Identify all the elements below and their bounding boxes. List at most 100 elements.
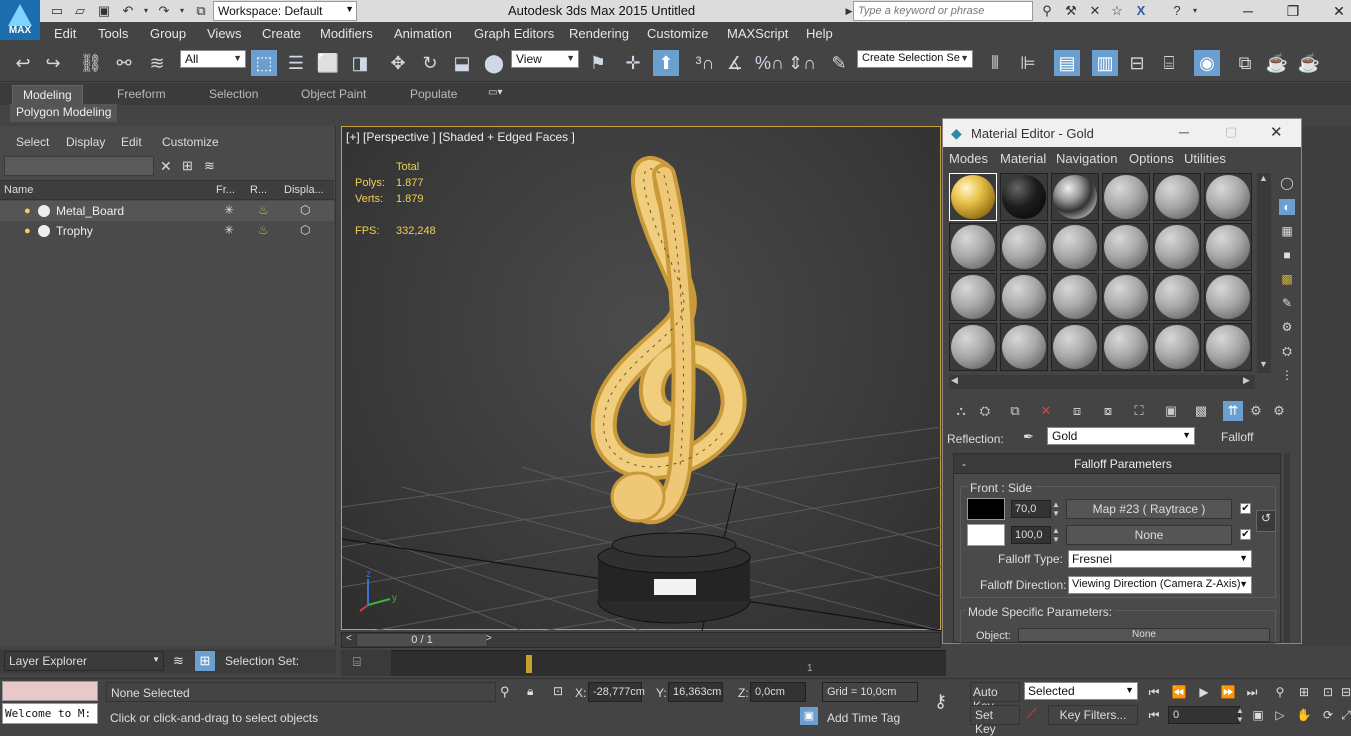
selection-filter-dropdown[interactable]: All ▼ bbox=[180, 50, 246, 68]
sample-slot[interactable] bbox=[1102, 173, 1150, 221]
selection-lock-icon[interactable]: 🔒︎ bbox=[527, 684, 533, 699]
menu-help[interactable]: Help bbox=[806, 26, 833, 41]
rendered-frame-window-icon[interactable]: ☕ bbox=[1264, 50, 1290, 76]
get-material-icon[interactable]: ⛬ bbox=[951, 401, 971, 421]
front-color-swatch[interactable] bbox=[967, 498, 1005, 520]
make-preview-icon[interactable]: ✎ bbox=[1279, 295, 1295, 311]
hierarchy-icon[interactable]: ⊞ bbox=[195, 651, 215, 671]
front-amount-spinner[interactable]: 70,0 bbox=[1011, 500, 1051, 518]
teapot-icon[interactable]: ♨ bbox=[258, 223, 269, 237]
maximize-button[interactable]: ▢ bbox=[1225, 124, 1237, 140]
close-button[interactable]: ✕ bbox=[1270, 123, 1283, 141]
curve-editor-icon[interactable]: ⌸ bbox=[1156, 50, 1182, 76]
eyedropper-icon[interactable]: ✒ bbox=[1023, 429, 1034, 445]
rectangular-selection-icon[interactable]: ⬜ bbox=[315, 50, 341, 76]
freeze-icon[interactable]: ✳ bbox=[224, 223, 234, 237]
communication-icon[interactable]: ✕ bbox=[1086, 3, 1104, 19]
current-time-marker[interactable] bbox=[526, 655, 532, 673]
key-mode-dropdown[interactable]: Selected ▼ bbox=[1024, 682, 1138, 700]
side-map-button[interactable]: None bbox=[1066, 525, 1232, 545]
app-logo[interactable]: MAX bbox=[0, 0, 40, 40]
mini-curve-editor-toggle[interactable]: ⌸ bbox=[341, 650, 391, 676]
material-id-channel-icon[interactable]: ⛶ bbox=[1129, 401, 1149, 421]
menu-create[interactable]: Create bbox=[262, 26, 301, 41]
spinner-arrows-icon[interactable]: ▲ ▼ bbox=[1052, 500, 1060, 518]
swap-colors-button[interactable]: ↺ bbox=[1256, 510, 1276, 532]
menu-edit[interactable]: Edit bbox=[54, 26, 76, 41]
zoom-extents-all-icon[interactable]: ⊟ bbox=[1338, 684, 1351, 700]
falloff-type-dropdown[interactable]: Fresnel ▼ bbox=[1068, 550, 1252, 568]
select-and-rotate-icon[interactable]: ↻ bbox=[417, 50, 443, 76]
clear-search-icon[interactable]: ✕ bbox=[160, 158, 172, 175]
curve-editor-toggle-icon[interactable]: ⌸ bbox=[353, 654, 361, 670]
edit-named-selection-icon[interactable]: ✎ bbox=[826, 50, 852, 76]
tab-populate[interactable]: Populate bbox=[410, 87, 457, 101]
sample-slot[interactable] bbox=[1153, 273, 1201, 321]
sample-slot[interactable] bbox=[949, 223, 997, 271]
search-input[interactable]: Type a keyword or phrase bbox=[853, 1, 1033, 21]
restore-button[interactable]: ❐ bbox=[1270, 0, 1316, 22]
track-bar[interactable]: 1 bbox=[391, 650, 946, 676]
undo-icon[interactable]: ↩ bbox=[10, 50, 36, 76]
close-button[interactable]: ✕ bbox=[1316, 0, 1351, 22]
light-bulb-icon[interactable]: ● bbox=[24, 205, 34, 217]
angle-snap-icon[interactable]: ∡ bbox=[722, 50, 748, 76]
sample-slot[interactable] bbox=[1102, 323, 1150, 371]
redo-icon[interactable]: ↪ bbox=[40, 50, 66, 76]
medit-menu-options[interactable]: Options bbox=[1129, 151, 1174, 166]
sample-slot[interactable] bbox=[1153, 173, 1201, 221]
redo-dropdown-icon[interactable]: ▾ bbox=[173, 3, 191, 19]
tab-freeform[interactable]: Freeform bbox=[117, 87, 166, 101]
scene-menu-select[interactable]: Select bbox=[16, 135, 49, 149]
sample-slot[interactable] bbox=[1102, 273, 1150, 321]
rollout-scrollbar[interactable] bbox=[1284, 453, 1290, 643]
z-coordinate-field[interactable]: 0,0cm bbox=[750, 682, 806, 702]
isolate-selection-icon[interactable]: ⚲ bbox=[500, 684, 510, 700]
help-dropdown-icon[interactable]: ▾ bbox=[1186, 3, 1204, 19]
put-material-to-scene-icon[interactable]: ⛭ bbox=[975, 401, 995, 421]
assign-material-icon[interactable]: ⧉ bbox=[1005, 401, 1025, 421]
sample-slot[interactable] bbox=[1000, 323, 1048, 371]
column-renderable[interactable]: R... bbox=[250, 184, 267, 196]
window-crossing-icon[interactable]: ◨ bbox=[347, 50, 373, 76]
reference-coordinate-dropdown[interactable]: View ▼ bbox=[511, 50, 579, 68]
sample-type-icon[interactable]: ◯ bbox=[1279, 175, 1295, 191]
select-object-icon[interactable]: ⬚ bbox=[251, 50, 277, 76]
teapot-icon[interactable]: ♨ bbox=[258, 203, 269, 217]
redo-icon[interactable]: ↷ bbox=[155, 3, 173, 19]
medit-menu-navigation[interactable]: Navigation bbox=[1056, 151, 1117, 166]
percent-snap-icon[interactable]: %∩ bbox=[755, 50, 784, 76]
sample-slots-scrollbar[interactable]: ▲ ▼ bbox=[1257, 173, 1271, 373]
exchange-icon[interactable]: X bbox=[1132, 3, 1150, 19]
orbit-icon[interactable]: ⟳ bbox=[1320, 707, 1336, 723]
sample-slot[interactable] bbox=[1102, 223, 1150, 271]
video-color-check-icon[interactable]: ▩ bbox=[1279, 271, 1295, 287]
sample-slot[interactable] bbox=[1051, 173, 1099, 221]
toggle-scene-explorer-icon[interactable]: ▤ bbox=[1054, 50, 1080, 76]
open-file-icon[interactable]: ▱ bbox=[71, 3, 89, 19]
material-effects-icon[interactable]: ⚙ bbox=[1269, 401, 1289, 421]
next-frame-icon[interactable]: ⏩ bbox=[1220, 684, 1236, 700]
scroll-down-icon[interactable]: ▼ bbox=[1259, 359, 1268, 369]
sample-slot[interactable] bbox=[1153, 223, 1201, 271]
render-setup-icon[interactable]: ⧉ bbox=[1232, 50, 1258, 76]
field-of-view-icon[interactable]: ▷ bbox=[1272, 707, 1288, 723]
maxscript-input[interactable]: Welcome to M: bbox=[2, 703, 98, 724]
scroll-right-icon[interactable]: ▶ bbox=[1243, 375, 1250, 386]
time-tag-icon[interactable]: ▣ bbox=[800, 707, 818, 725]
workspace-dropdown[interactable]: Workspace: Default ▼ bbox=[213, 1, 357, 21]
falloff-direction-dropdown[interactable]: Viewing Direction (Camera Z-Axis) ▼ bbox=[1068, 576, 1252, 594]
add-time-tag-button[interactable]: Add Time Tag bbox=[827, 711, 900, 725]
maximize-viewport-icon[interactable]: ⤢ bbox=[1338, 707, 1351, 723]
medit-menu-utilities[interactable]: Utilities bbox=[1184, 151, 1226, 166]
spinner-arrows-icon[interactable]: ▲ ▼ bbox=[1052, 526, 1060, 544]
scroll-left-icon[interactable]: ◀ bbox=[951, 375, 958, 386]
object-pick-button[interactable]: None bbox=[1018, 628, 1270, 642]
pivot-center-icon[interactable]: ⚑ bbox=[585, 50, 611, 76]
layers-icon[interactable]: ≋ bbox=[173, 653, 184, 669]
time-slider[interactable]: < 0 / 1 > bbox=[341, 632, 941, 648]
project-folder-icon[interactable]: ⧉ bbox=[192, 3, 210, 19]
column-name[interactable]: Name bbox=[4, 184, 33, 196]
sample-slot[interactable] bbox=[1204, 223, 1252, 271]
column-display[interactable]: Displa... bbox=[284, 184, 324, 196]
